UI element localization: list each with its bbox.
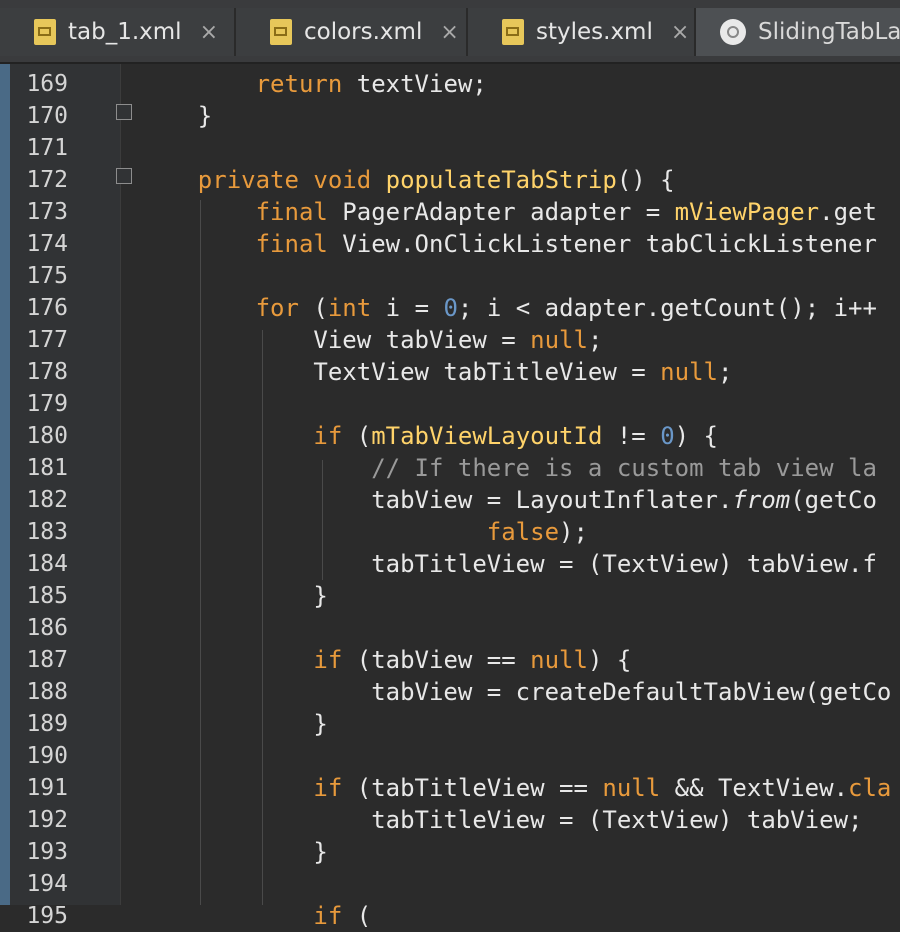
tab-label: tab_1.xml xyxy=(68,19,182,45)
xml-file-icon xyxy=(502,19,524,45)
tab-label: colors.xml xyxy=(304,19,423,45)
code-line[interactable]: 194 xyxy=(0,868,900,900)
code-line[interactable]: 183 false); xyxy=(0,516,900,548)
line-number: 177 xyxy=(26,327,68,353)
editor-tab-bar: tab_1.xml × colors.xml × styles.xml × Sl… xyxy=(0,0,900,64)
tab-tab-1-xml[interactable]: tab_1.xml × xyxy=(0,8,236,56)
line-number: 187 xyxy=(26,647,68,673)
code-line[interactable]: 184 tabTitleView = (TextView) tabView.f xyxy=(0,548,900,580)
line-number: 185 xyxy=(26,583,68,609)
code-line[interactable]: 177 View tabView = null; xyxy=(0,324,900,356)
line-number: 181 xyxy=(26,455,68,481)
code-line[interactable]: 170 } xyxy=(0,100,900,132)
code-text[interactable]: if (tabTitleView == null && TextView.cla xyxy=(140,772,891,804)
code-line[interactable]: 190 xyxy=(0,740,900,772)
tab-styles-xml[interactable]: styles.xml × xyxy=(468,8,696,56)
line-number: 194 xyxy=(26,871,68,897)
code-text[interactable]: false); xyxy=(140,516,588,548)
code-text[interactable]: if (mTabViewLayoutId != 0) { xyxy=(140,420,718,452)
code-line[interactable]: 169 return textView; xyxy=(0,68,900,100)
close-icon[interactable]: × xyxy=(440,20,458,45)
code-line[interactable]: 193 } xyxy=(0,836,900,868)
line-number: 179 xyxy=(26,391,68,417)
code-line[interactable]: 188 tabView = createDefaultTabView(getCo xyxy=(0,676,900,708)
line-number: 184 xyxy=(26,551,68,577)
line-number: 191 xyxy=(26,775,68,801)
code-text[interactable]: final View.OnClickListener tabClickListe… xyxy=(140,228,877,260)
code-text[interactable]: final PagerAdapter adapter = mViewPager.… xyxy=(140,196,877,228)
code-line[interactable]: 186 xyxy=(0,612,900,644)
tab-label: SlidingTabLa xyxy=(758,19,900,45)
line-number: 170 xyxy=(26,103,68,129)
code-line[interactable]: 178 TextView tabTitleView = null; xyxy=(0,356,900,388)
code-line[interactable]: 175 xyxy=(0,260,900,292)
line-number: 172 xyxy=(26,167,68,193)
code-text[interactable]: // If there is a custom tab view la xyxy=(140,452,877,484)
line-number: 193 xyxy=(26,839,68,865)
line-number: 176 xyxy=(26,295,68,321)
tab-label: styles.xml xyxy=(536,19,653,45)
code-line[interactable]: 176 for (int i = 0; i < adapter.getCount… xyxy=(0,292,900,324)
xml-file-icon xyxy=(34,19,56,45)
code-line[interactable]: 187 if (tabView == null) { xyxy=(0,644,900,676)
line-number: 188 xyxy=(26,679,68,705)
close-icon[interactable]: × xyxy=(200,20,218,45)
code-text[interactable]: return textView; xyxy=(140,68,487,100)
code-line[interactable]: 191 if (tabTitleView == null && TextView… xyxy=(0,772,900,804)
close-icon[interactable]: × xyxy=(671,20,689,45)
code-line[interactable]: 182 tabView = LayoutInflater.from(getCo xyxy=(0,484,900,516)
code-text[interactable]: tabView = createDefaultTabView(getCo xyxy=(140,676,891,708)
code-line[interactable]: 185 } xyxy=(0,580,900,612)
code-line[interactable]: 174 final View.OnClickListener tabClickL… xyxy=(0,228,900,260)
line-number: 180 xyxy=(26,423,68,449)
line-number: 171 xyxy=(26,135,68,161)
code-text[interactable]: tabTitleView = (TextView) tabView; xyxy=(140,804,862,836)
line-number: 183 xyxy=(26,519,68,545)
code-line[interactable]: 173 final PagerAdapter adapter = mViewPa… xyxy=(0,196,900,228)
code-text[interactable]: if (tabView == null) { xyxy=(140,644,631,676)
line-number: 169 xyxy=(26,71,68,97)
code-text[interactable]: for (int i = 0; i < adapter.getCount(); … xyxy=(140,292,877,324)
line-number: 174 xyxy=(26,231,68,257)
line-number: 182 xyxy=(26,487,68,513)
code-text[interactable]: tabTitleView = (TextView) tabView.f xyxy=(140,548,877,580)
java-class-icon xyxy=(720,19,746,45)
line-number: 173 xyxy=(26,199,68,225)
code-text[interactable]: } xyxy=(140,708,327,740)
code-text[interactable]: } xyxy=(140,836,327,868)
code-line[interactable]: 179 xyxy=(0,388,900,420)
code-text[interactable]: } xyxy=(140,580,327,612)
line-number: 192 xyxy=(26,807,68,833)
code-line[interactable]: 171 xyxy=(0,132,900,164)
line-number: 190 xyxy=(26,743,68,769)
code-line[interactable]: 181 // If there is a custom tab view la xyxy=(0,452,900,484)
code-text[interactable]: } xyxy=(140,100,212,132)
tab-slidingtablayout[interactable]: SlidingTabLa xyxy=(696,8,900,56)
code-line[interactable]: 180 if (mTabViewLayoutId != 0) { xyxy=(0,420,900,452)
code-line[interactable]: 192 tabTitleView = (TextView) tabView; xyxy=(0,804,900,836)
code-line[interactable]: 172 private void populateTabStrip() { xyxy=(0,164,900,196)
tab-colors-xml[interactable]: colors.xml × xyxy=(236,8,468,56)
code-text[interactable]: View tabView = null; xyxy=(140,324,602,356)
line-number: 175 xyxy=(26,263,68,289)
code-line[interactable]: 189 } xyxy=(0,708,900,740)
xml-file-icon xyxy=(270,19,292,45)
code-text[interactable]: private void populateTabStrip() { xyxy=(140,164,675,196)
line-number: 178 xyxy=(26,359,68,385)
code-text[interactable]: tabView = LayoutInflater.from(getCo xyxy=(140,484,877,516)
code-text[interactable]: TextView tabTitleView = null; xyxy=(140,356,732,388)
line-number: 186 xyxy=(26,615,68,641)
line-number: 189 xyxy=(26,711,68,737)
